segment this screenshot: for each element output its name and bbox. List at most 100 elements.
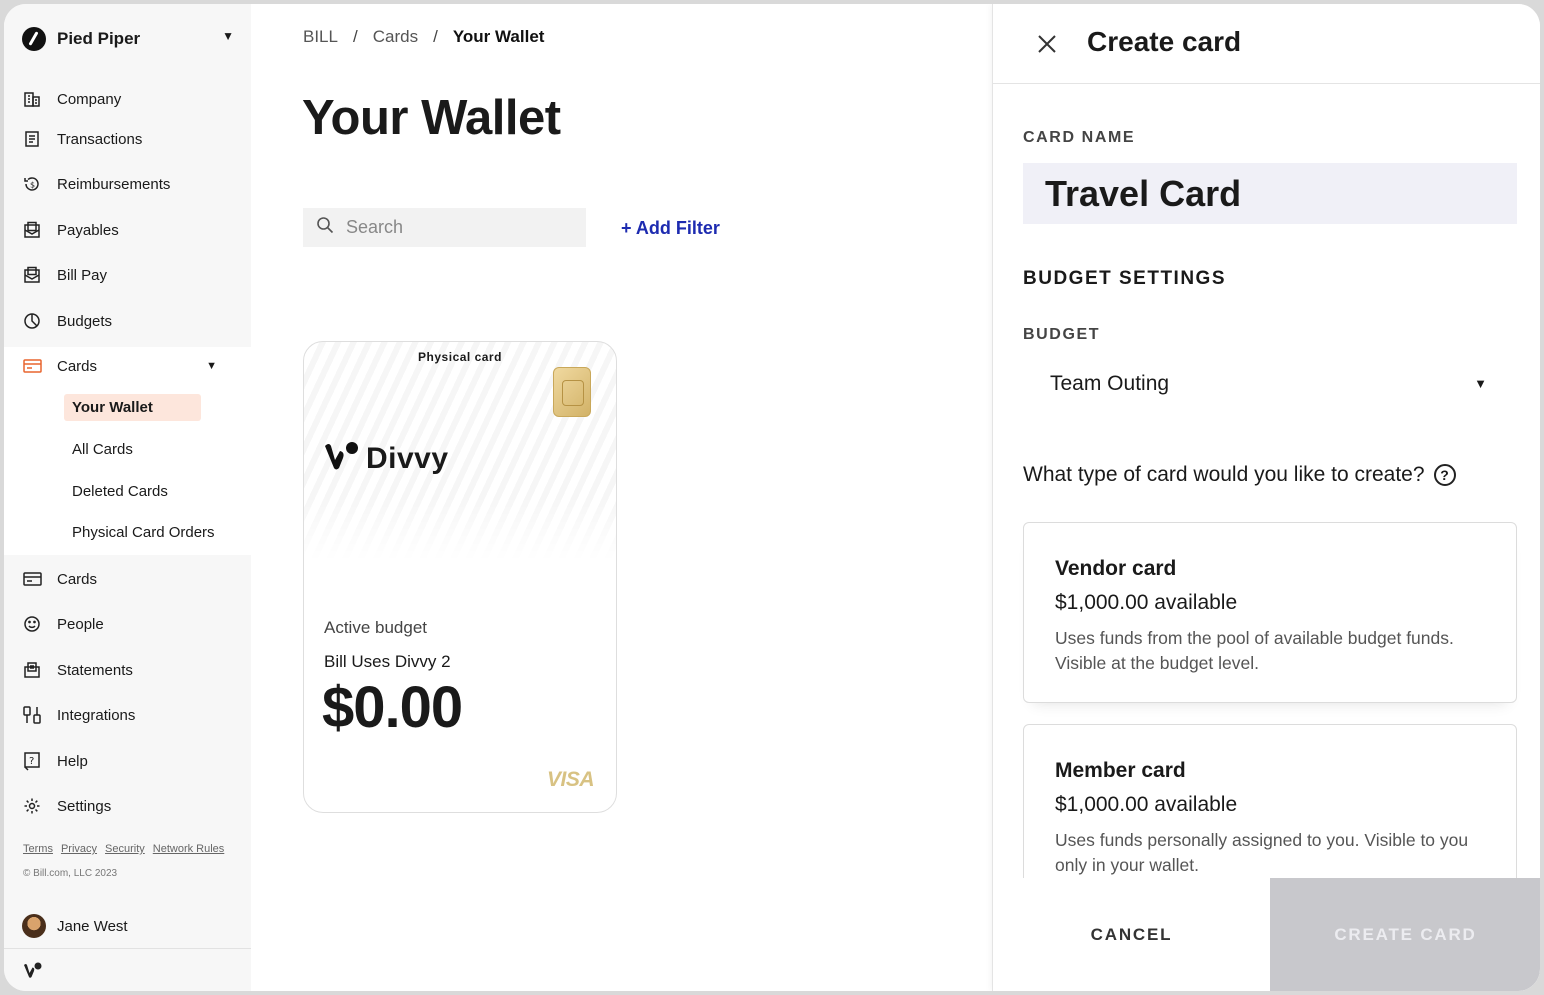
sidebar-item-company[interactable]: Company [4, 81, 251, 117]
breadcrumb-separator: / [433, 27, 438, 46]
budget-label: BUDGET [1023, 326, 1101, 343]
sidebar-item-cards[interactable]: Cards ▼ [4, 348, 251, 384]
vendor-card-option[interactable]: Vendor card $1,000.00 available Uses fun… [1023, 522, 1517, 703]
wallet-card[interactable]: Physical card Divvy Active budget Bill U… [303, 341, 617, 813]
sidebar-item-label: Payables [57, 221, 119, 239]
divvy-wordmark: Divvy [366, 441, 449, 475]
help-icon: ? [22, 751, 42, 771]
avatar [22, 914, 46, 938]
card-name-input[interactable]: Travel Card [1023, 163, 1517, 224]
chip-icon [553, 367, 591, 417]
card-icon [22, 569, 42, 589]
invoice-icon [22, 220, 42, 240]
sidebar-subitem-deleted-cards[interactable]: Deleted Cards [64, 478, 176, 505]
network-rules-link[interactable]: Network Rules [153, 843, 225, 855]
card-type-question: What type of card would you like to crea… [1023, 463, 1456, 487]
sidebar-item-integrations[interactable]: Integrations [4, 697, 251, 733]
divider [4, 948, 251, 949]
integrations-icon [22, 705, 42, 725]
sidebar-item-label: Cards [57, 357, 98, 375]
option-title: Vendor card [1055, 557, 1177, 580]
budget-name: Bill Uses Divvy 2 [324, 652, 451, 671]
app-window: Pied Piper ▼ Company Transactions $ Reim… [4, 4, 1540, 991]
cancel-button[interactable]: CANCEL [993, 878, 1270, 991]
org-logo-icon [22, 27, 46, 51]
sidebar-item-label: Company [57, 90, 122, 108]
statement-icon [22, 660, 42, 680]
close-icon[interactable] [1035, 32, 1059, 56]
sidebar-item-label: Transactions [57, 130, 143, 148]
terms-link[interactable]: Terms [23, 843, 53, 855]
caret-down-icon: ▼ [222, 29, 234, 43]
option-description: Uses funds from the pool of available bu… [1055, 628, 1454, 673]
sidebar-item-bill-pay[interactable]: Bill Pay [4, 257, 251, 293]
budget-settings-heading: BUDGET SETTINGS [1023, 268, 1227, 289]
org-switcher[interactable]: Pied Piper ▼ [22, 26, 234, 52]
breadcrumb-current: Your Wallet [452, 27, 545, 46]
sidebar-item-cards-2[interactable]: Cards [4, 561, 251, 597]
budget-selected-value: Team Outing [1050, 372, 1170, 395]
active-budget-label: Active budget [324, 618, 428, 637]
sidebar-subitem-physical-card-orders[interactable]: Physical Card Orders [64, 519, 223, 546]
building-icon [22, 89, 42, 109]
create-card-button[interactable]: CREATE CARD [1270, 878, 1540, 991]
sidebar-subitem-all-cards[interactable]: All Cards [64, 436, 141, 463]
footer-links: Terms Privacy Security Network Rules [23, 843, 224, 855]
sidebar-item-people[interactable]: People [4, 606, 251, 642]
page-title: Your Wallet [302, 91, 561, 145]
breadcrumb-cards[interactable]: Cards [373, 27, 418, 47]
search-input[interactable]: Search [303, 208, 586, 247]
privacy-link[interactable]: Privacy [61, 843, 97, 855]
search-placeholder: Search [346, 217, 404, 237]
sidebar-item-budgets[interactable]: Budgets [4, 303, 251, 339]
sidebar-item-label: Integrations [57, 706, 136, 724]
sidebar-item-transactions[interactable]: Transactions [4, 121, 251, 157]
sidebar-item-label: Cards [57, 570, 98, 588]
visa-logo: VISA [546, 768, 595, 791]
search-icon [316, 216, 334, 239]
question-circle-icon[interactable]: ? [1433, 464, 1456, 486]
sidebar-item-label: Statements [57, 661, 133, 679]
panel-footer: CANCEL CREATE CARD [993, 878, 1540, 991]
caret-down-icon: ▼ [206, 360, 217, 372]
divvy-brand: Divvy [324, 440, 449, 477]
org-name: Pied Piper [57, 29, 141, 48]
add-filter-button[interactable]: + Add Filter [621, 218, 720, 239]
breadcrumb-bill[interactable]: BILL [303, 27, 338, 47]
user-menu[interactable]: Jane West [22, 914, 128, 938]
card-type-question-text: What type of card would you like to crea… [1023, 463, 1425, 486]
create-card-panel: Create card CARD NAME Travel Card BUDGET… [992, 4, 1540, 991]
sidebar-item-label: People [57, 615, 104, 633]
card-balance: $0.00 [322, 675, 463, 740]
sidebar-item-label: Reimbursements [57, 175, 171, 193]
option-description: Uses funds personally assigned to you. V… [1055, 830, 1469, 875]
security-link[interactable]: Security [105, 843, 145, 855]
divvy-logo-icon [324, 440, 360, 477]
option-available: $1,000.00 available [1055, 793, 1238, 816]
sidebar-subitem-your-wallet[interactable]: Your Wallet [64, 394, 201, 421]
sidebar-item-help[interactable]: ? Help [4, 743, 251, 779]
receipt-icon [22, 129, 42, 149]
breadcrumb-separator: / [352, 27, 358, 46]
bill-pay-icon [22, 265, 42, 285]
option-available: $1,000.00 available [1055, 591, 1238, 614]
copyright: © Bill.com, LLC 2023 [23, 868, 118, 879]
sidebar-item-label: Bill Pay [57, 266, 108, 284]
sidebar-item-payables[interactable]: Payables [4, 212, 251, 248]
sidebar-item-label: Help [57, 752, 88, 770]
card-name-label: CARD NAME [1023, 129, 1136, 146]
sidebar-item-label: Budgets [57, 312, 113, 330]
gear-icon [22, 796, 42, 816]
budget-select[interactable]: Team Outing ▼ [1023, 360, 1517, 408]
sidebar-item-statements[interactable]: Statements [4, 652, 251, 688]
svg-text:?: ? [29, 756, 34, 767]
cards-group: Cards ▼ Your Wallet All Cards Deleted Ca… [4, 347, 251, 555]
pie-icon [22, 311, 42, 331]
sidebar: Pied Piper ▼ Company Transactions $ Reim… [4, 4, 251, 991]
option-title: Member card [1055, 759, 1186, 782]
refund-icon: $ [22, 174, 42, 194]
sidebar-item-settings[interactable]: Settings [4, 788, 251, 824]
sidebar-item-reimbursements[interactable]: $ Reimbursements [4, 166, 251, 202]
sidebar-item-label: Settings [57, 797, 112, 815]
panel-header: Create card [993, 4, 1540, 84]
